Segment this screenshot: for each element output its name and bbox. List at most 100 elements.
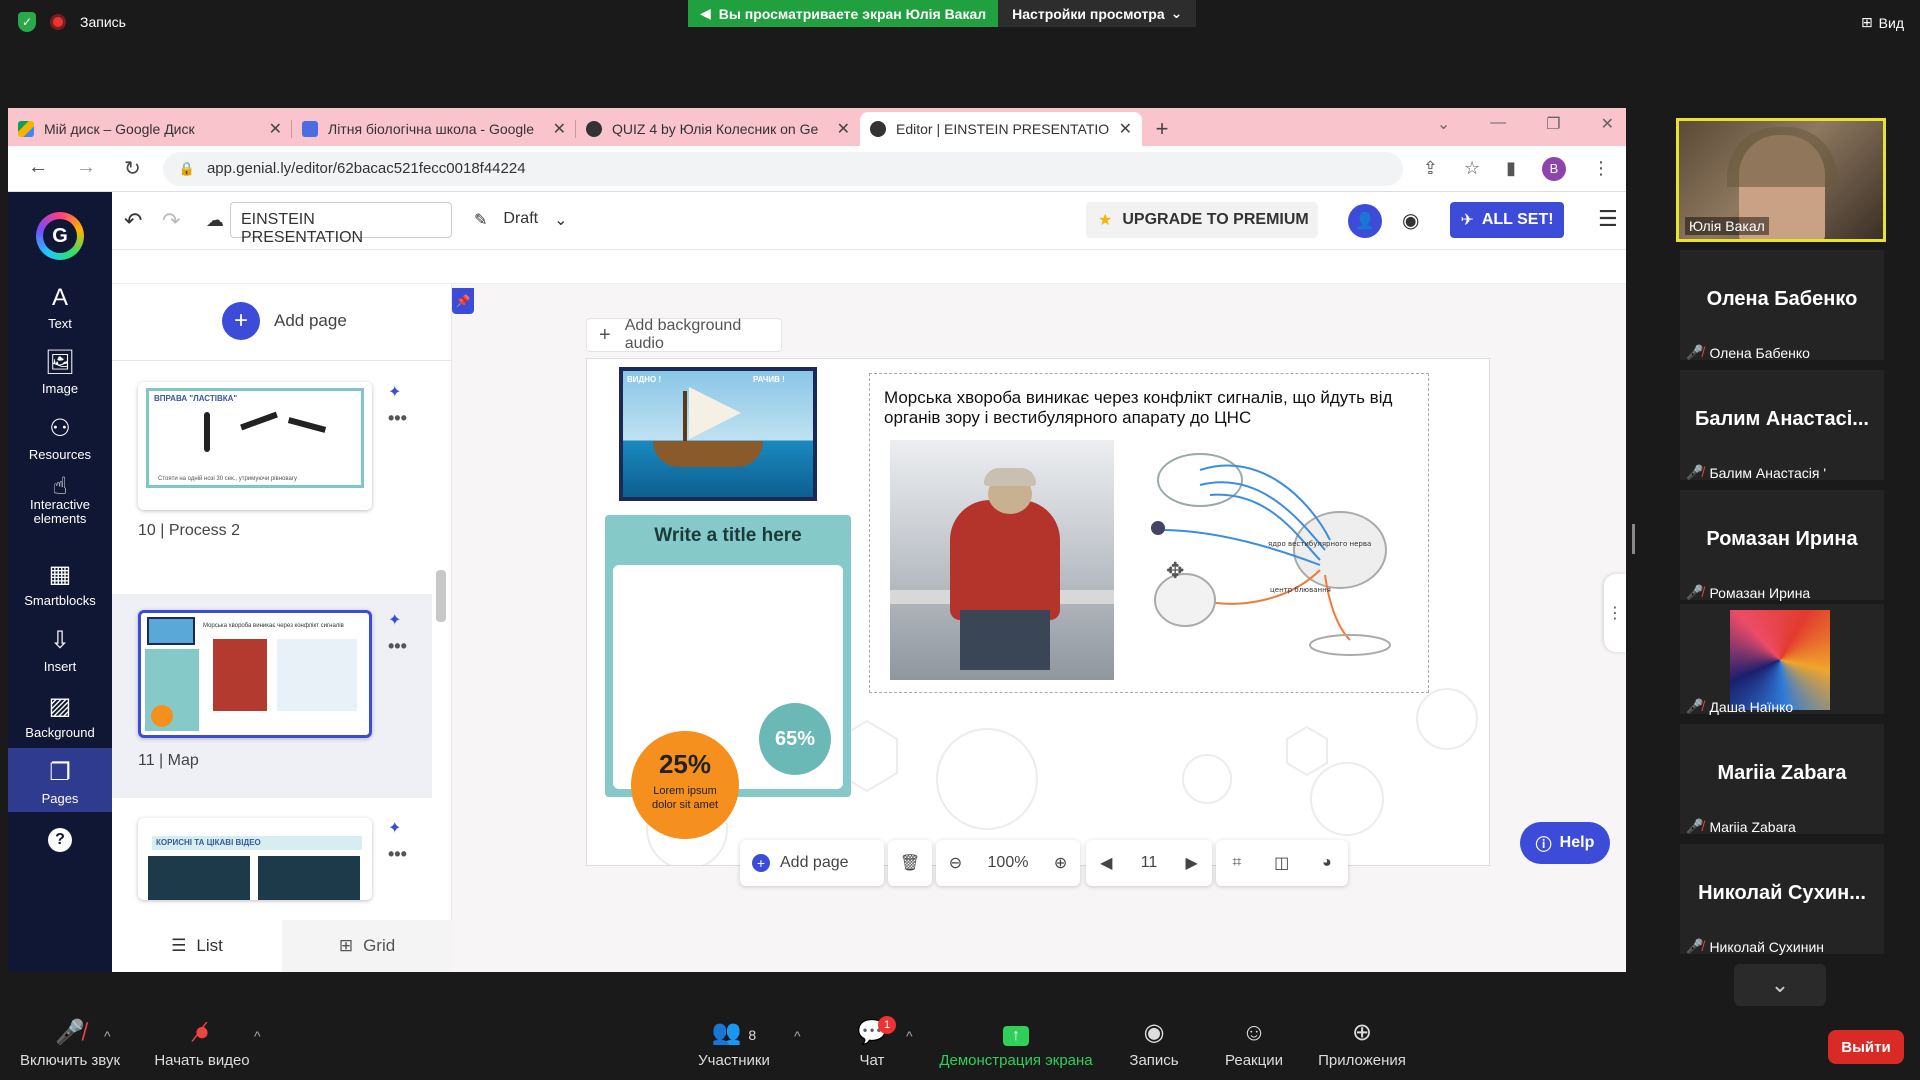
page-thumbnail-10[interactable]: ВПРАВА "ЛАСТІВКА" Стояти на одній нозі 3… — [138, 382, 372, 510]
restore-icon[interactable]: ❐ — [1546, 114, 1560, 134]
vestibular-diagram[interactable]: ядро вестибулярного нерва центр блювання… — [1140, 440, 1410, 680]
close-icon[interactable]: ✕ — [837, 119, 850, 139]
panel-add-page-button[interactable]: + Add page — [222, 302, 347, 340]
panel-scroll-thumb[interactable] — [436, 570, 446, 622]
more-dots-icon[interactable]: ••• — [388, 844, 407, 865]
tab-quiz[interactable]: QUIZ 4 by Юлія Колесник on Ge ✕ — [576, 112, 860, 146]
fit-screen-icon[interactable]: ⌗ — [1232, 854, 1241, 872]
draft-dropdown[interactable]: ✎ Draft ⌄ — [474, 210, 567, 230]
undo-icon[interactable]: ↶ — [124, 208, 142, 234]
magic-wand-icon[interactable]: ✦ — [388, 382, 401, 402]
chevron-up-icon[interactable]: ^ — [794, 1028, 801, 1044]
participant-tile[interactable]: Mariia Zabara 🎤̸ Mariia Zabara — [1680, 724, 1884, 835]
page-thumbnail-12[interactable]: КОРИСНІ ТА ЦІКАВІ ВІДЕО — [138, 818, 372, 900]
participant-tile[interactable]: Олена Бабенко 🎤̸ Олена Бабенко — [1680, 250, 1884, 361]
rail-interactive[interactable]: ☝ Interactive elements — [8, 475, 112, 526]
view-settings-button[interactable]: Настройки просмотра ⌄ — [998, 0, 1197, 27]
help-button[interactable]: ⓘ Help — [1520, 822, 1610, 864]
side-panel-handle[interactable]: ⋮ — [1604, 574, 1626, 652]
prev-page-icon[interactable]: ◀ — [1100, 853, 1112, 873]
genially-logo[interactable]: G — [36, 212, 84, 260]
share-screen-button[interactable]: ↑ Демонстрация экрана — [922, 1014, 1110, 1069]
panel-scrollbar[interactable] — [434, 360, 446, 900]
current-page-number[interactable]: 11 — [1141, 854, 1158, 872]
add-collaborator-icon[interactable]: 👤 — [1348, 204, 1382, 238]
profile-avatar[interactable]: B — [1542, 156, 1566, 181]
chevron-up-icon[interactable]: ^ — [906, 1028, 913, 1044]
leave-meeting-button[interactable]: Выйти — [1828, 1030, 1904, 1064]
seasick-boat-illustration[interactable]: ВИДНО ! РАЧИВ ! — [619, 367, 817, 501]
view-button[interactable]: ⊞ Вид — [1861, 14, 1904, 31]
close-icon[interactable]: ✕ — [1119, 119, 1132, 139]
rail-pages[interactable]: ❐ Pages — [8, 748, 112, 812]
unmute-button[interactable]: 🎤̸ Включить звук — [0, 1014, 140, 1069]
kebab-menu-icon[interactable]: ⋮ — [1592, 158, 1610, 179]
participant-tile[interactable]: 🎤̸ Даша Наїнко — [1680, 604, 1884, 715]
recording-indicator[interactable]: ✓ Запись — [18, 12, 126, 32]
more-dots-icon[interactable]: ••• — [388, 408, 407, 429]
pin-icon[interactable]: 📌 — [452, 288, 474, 314]
tab-editor[interactable]: Editor | EINSTEIN PRESENTATION ✕ — [860, 112, 1142, 146]
percent-orange-badge[interactable]: 25% Lorem ipsum dolor sit amet — [631, 731, 739, 839]
all-set-button[interactable]: ✈ ALL SET! — [1450, 202, 1564, 238]
close-window-icon[interactable]: ✕ — [1601, 114, 1614, 134]
rail-insert[interactable]: ⇩ Insert — [8, 626, 112, 674]
participant-tile[interactable]: Николай Сухин... 🎤̸ Николай Сухинин — [1680, 844, 1884, 955]
zoom-out-icon[interactable]: ⊖ — [949, 853, 962, 873]
split-view-icon[interactable]: ◫ — [1274, 853, 1289, 873]
star-icon[interactable]: ☆ — [1464, 158, 1480, 179]
participant-tile[interactable]: Ромазан Ирина 🎤̸ Ромазан Ирина — [1680, 490, 1884, 601]
share-icon[interactable]: ⇪ — [1423, 158, 1438, 179]
panel-splitter[interactable] — [1632, 524, 1635, 554]
rail-resources[interactable]: ⚇ Resources — [8, 414, 112, 462]
color-palette-icon[interactable]: ◕ — [1322, 854, 1332, 872]
upgrade-premium-button[interactable]: ★ UPGRADE TO PREMIUM — [1086, 202, 1318, 238]
participant-tile[interactable]: Балим Анастасі... 🎤̸ Балим Анастасія ' — [1680, 370, 1884, 481]
seasick-man-photo[interactable] — [890, 440, 1114, 680]
rail-text[interactable]: A Text — [8, 284, 112, 331]
scroll-participants-down[interactable]: ⌄ — [1734, 964, 1826, 1006]
next-page-icon[interactable]: ▶ — [1186, 853, 1198, 873]
preview-eye-icon[interactable]: ◉ — [1402, 208, 1419, 233]
chevron-up-icon[interactable]: ^ — [104, 1028, 111, 1044]
magic-wand-icon[interactable]: ✦ — [388, 610, 401, 630]
presentation-title-field[interactable]: EINSTEIN PRESENTATION — [230, 202, 452, 246]
zoom-in-icon[interactable]: ⊕ — [1054, 853, 1067, 873]
hamburger-menu-icon[interactable]: ☰ — [1598, 206, 1618, 232]
rail-smartblocks[interactable]: ▦ Smartblocks — [8, 560, 112, 608]
chevron-down-icon[interactable]: ⌄ — [1437, 114, 1450, 134]
delete-page-button[interactable]: 🗑 — [888, 840, 932, 886]
help-circle-icon[interactable]: ? — [48, 828, 72, 852]
url-field[interactable]: 🔒 app.genial.ly/editor/62bacac521fecc001… — [162, 151, 1403, 186]
magic-wand-icon[interactable]: ✦ — [388, 818, 401, 838]
tab-google-forms[interactable]: Літня біологічна школа - Google ✕ — [292, 112, 576, 146]
participants-button[interactable]: 👥 8 Участники — [664, 1014, 804, 1069]
reload-icon[interactable]: ↻ — [124, 156, 141, 181]
more-dots-icon[interactable]: ••• — [388, 636, 407, 657]
start-video-button[interactable]: ⏺̸ Начать видео — [132, 1014, 272, 1069]
rail-background[interactable]: ▨ Background — [8, 692, 112, 740]
main-video-tile[interactable]: Юлія Вакал — [1676, 118, 1886, 242]
new-tab-button[interactable]: + — [1142, 112, 1182, 146]
card-title[interactable]: Write a title here — [605, 525, 851, 547]
sidepanel-icon[interactable]: ▮ — [1506, 158, 1516, 179]
minimize-icon[interactable]: — — [1490, 114, 1506, 134]
close-icon[interactable]: ✕ — [269, 119, 282, 139]
page-thumbnail-11[interactable]: Морська хвороба виникає через конфлікт с… — [138, 610, 372, 738]
add-background-audio-button[interactable]: + Add background audio — [586, 317, 782, 352]
slide[interactable]: ВИДНО ! РАЧИВ ! Write a title here 65% 2… — [586, 358, 1490, 866]
forward-icon[interactable]: → — [76, 156, 96, 181]
percent-teal-badge[interactable]: 65% — [759, 703, 831, 775]
tab-google-drive[interactable]: Мій диск – Google Диск ✕ — [8, 112, 292, 146]
grid-view-button[interactable]: ⊞ Grid — [282, 920, 452, 972]
list-view-button[interactable]: ☰ List — [112, 920, 282, 972]
rail-image[interactable]: 🖼 Image — [8, 348, 112, 396]
slide-text[interactable]: Морська хвороба виникає через конфлікт с… — [884, 388, 1424, 428]
redo-icon[interactable]: ↷ — [162, 208, 180, 234]
back-icon[interactable]: ← — [28, 156, 48, 181]
apps-button[interactable]: ⊕ Приложения — [1292, 1014, 1432, 1069]
chevron-up-icon[interactable]: ^ — [254, 1028, 261, 1044]
content-textbox[interactable]: Морська хвороба виникає через конфлікт с… — [869, 373, 1429, 693]
close-icon[interactable]: ✕ — [553, 119, 566, 139]
canvas-add-page-button[interactable]: + Add page — [740, 840, 884, 886]
